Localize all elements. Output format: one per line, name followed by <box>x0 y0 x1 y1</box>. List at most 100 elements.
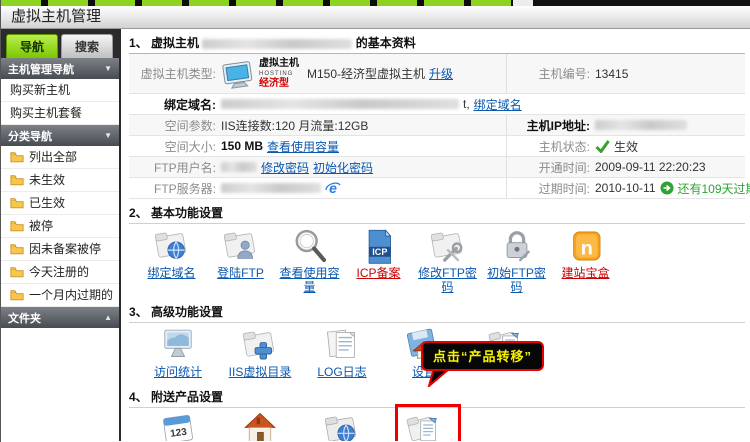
folder-globe-icon <box>301 411 383 441</box>
feature-product-transfer[interactable]: 产品转移 <box>383 411 465 441</box>
host-icon-text: HOSTING <box>259 69 299 79</box>
page-title: 虚拟主机管理 <box>1 6 750 29</box>
host-id-label: 主机编号: <box>507 65 595 82</box>
modify-password-link[interactable]: 修改密码 <box>261 159 309 176</box>
folder-icon <box>10 220 24 232</box>
upgrade-link[interactable]: 升级 <box>429 65 453 82</box>
sidebar-header-folders[interactable]: 文件夹 ▲ <box>1 307 119 328</box>
feature-enterprise-mail[interactable]: 企业邮局管理 <box>219 411 301 441</box>
redacted-ip <box>595 120 687 130</box>
svg-text:123: 123 <box>170 427 188 440</box>
tab-navigation[interactable]: 导航 <box>6 34 58 58</box>
host-ip-label: 主机IP地址: <box>507 117 595 134</box>
feature-iis-virtual-dir[interactable]: IIS虚拟目录 <box>219 326 301 379</box>
ftp-user-label: FTP用户名: <box>129 159 221 176</box>
counter-123-icon: 123 <box>137 411 219 441</box>
section-basic-features-title: 2、 基本功能设置 <box>129 203 745 224</box>
internet-explorer-icon[interactable]: e <box>325 180 341 196</box>
expire-remaining-text: 还有109天过期 <box>678 180 750 197</box>
sidebar-item-expiring-month[interactable]: 一个月内过期的 <box>1 284 119 307</box>
feature-label[interactable]: 访问统计 <box>154 365 202 379</box>
bundle-products-grid: 123 计数器 企业邮局管理 数据库管理 <box>129 408 745 441</box>
chevron-up-icon: ▲ <box>104 313 112 322</box>
magnifier-icon <box>275 227 344 265</box>
sidebar-header-hosting[interactable]: 主机管理导航 ▼ <box>1 58 119 79</box>
green-arrow-icon <box>660 181 674 195</box>
sidebar-item-list-all[interactable]: 列出全部 <box>1 146 119 169</box>
sidebar-item-buy-package[interactable]: 购买主机套餐 <box>1 102 119 125</box>
host-status-value: 生效 <box>614 138 638 155</box>
host-id-value: 13415 <box>595 67 628 81</box>
feature-label[interactable]: IIS虚拟目录 <box>229 365 292 379</box>
space-params-value: IIS连接数:120 月流量:12GB <box>221 117 368 134</box>
table-row: 空间大小: 150 MB 查看使用容量 主机状态: 生效 <box>129 136 745 157</box>
init-password-link[interactable]: 初始化密码 <box>313 159 373 176</box>
feature-label[interactable]: 建站宝盒 <box>561 266 609 280</box>
sidebar-tabs: 导航 搜索 <box>1 29 119 58</box>
nicebox-icon: n <box>551 227 620 265</box>
view-usage-link[interactable]: 查看使用容量 <box>267 138 339 155</box>
sidebar-item-stopped[interactable]: 被停 <box>1 215 119 238</box>
feature-login-ftp[interactable]: 登陆FTP <box>206 227 275 294</box>
bind-domain-link[interactable]: 绑定域名 <box>474 96 522 113</box>
feature-log[interactable]: LOG日志 <box>301 326 383 379</box>
sidebar-item-registered-today[interactable]: 今天注册的 <box>1 261 119 284</box>
table-row: FTP服务器: e 过期时间: 2010-10-11 <box>129 178 745 199</box>
table-row: 空间参数: IIS连接数:120 月流量:12GB 主机IP地址: <box>129 115 745 136</box>
host-icon-text: 虚拟主机 <box>259 59 299 69</box>
folder-icon <box>10 289 24 301</box>
sidebar-item-buy-host[interactable]: 购买新主机 <box>1 79 119 102</box>
host-info-table: 虚拟主机类型: <box>129 54 745 199</box>
sidebar-header-label: 主机管理导航 <box>8 61 74 77</box>
section-basic-info-title: 1、 虚拟主机 的基本资料 <box>129 31 745 54</box>
basic-features-grid: 绑定域名 登陆FTP 查看使用容量 ICP <box>129 224 745 298</box>
feature-modify-ftp-password[interactable]: 修改FTP密码 <box>413 227 482 294</box>
sidebar-header-category[interactable]: 分类导航 ▼ <box>1 125 119 146</box>
sidebar-item-label: 一个月内过期的 <box>29 284 113 307</box>
feature-label[interactable]: 初始FTP密码 <box>482 266 551 294</box>
feature-icp-record[interactable]: ICP ICP备案 <box>344 227 413 294</box>
feature-label[interactable]: 登陆FTP <box>217 266 264 280</box>
folder-icon <box>10 243 24 255</box>
folder-user-icon <box>206 227 275 265</box>
feature-nicebox[interactable]: n 建站宝盒 <box>551 227 620 294</box>
host-type-value: M150-经济型虚拟主机 <box>307 65 425 82</box>
house-icon <box>219 411 301 441</box>
sidebar-item-no-icp-stopped[interactable]: 因未备案被停 <box>1 238 119 261</box>
title-prefix: 1、 虚拟主机 <box>129 36 199 50</box>
feature-view-usage[interactable]: 查看使用容量 <box>275 227 344 294</box>
sidebar-item-active[interactable]: 已生效 <box>1 192 119 215</box>
feature-label[interactable]: 修改FTP密码 <box>413 266 482 294</box>
section-bundle-products-title: 4、 附送产品设置 <box>129 387 745 408</box>
feature-init-ftp-password[interactable]: 初始FTP密码 <box>482 227 551 294</box>
svg-text:ICP: ICP <box>372 247 387 257</box>
sidebar-item-inactive[interactable]: 未生效 <box>1 169 119 192</box>
tab-search[interactable]: 搜索 <box>61 34 113 58</box>
redacted-ftp-server <box>221 183 321 193</box>
feature-label[interactable]: 绑定域名 <box>147 266 195 280</box>
table-row: 绑定域名: t, 绑定域名 <box>129 94 745 115</box>
folder-wrench-icon <box>413 227 482 265</box>
feature-counter[interactable]: 123 计数器 <box>137 411 219 441</box>
expire-time-label: 过期时间: <box>507 180 595 197</box>
host-status-label: 主机状态: <box>507 138 595 155</box>
title-suffix: 的基本资料 <box>356 36 416 50</box>
section-advanced-features-title: 3、 高级功能设置 <box>129 302 745 323</box>
ftp-server-label: FTP服务器: <box>129 180 221 197</box>
folder-globe-icon <box>137 227 206 265</box>
feature-visit-stats[interactable]: 访问统计 <box>137 326 219 379</box>
feature-bind-domain[interactable]: 绑定域名 <box>137 227 206 294</box>
strip-dark <box>533 0 750 6</box>
feature-label[interactable]: ICP备案 <box>356 266 400 280</box>
feature-label[interactable]: LOG日志 <box>317 365 366 379</box>
feature-label[interactable]: 查看使用容量 <box>275 266 344 294</box>
bind-domain-label: 绑定域名: <box>129 96 221 113</box>
open-time-label: 开通时间: <box>507 159 595 176</box>
sidebar-item-label: 今天注册的 <box>29 261 89 284</box>
folder-icon <box>10 174 24 186</box>
callout-bubble: 点击“产品转移” <box>421 341 544 371</box>
feature-database[interactable]: 数据库管理 <box>301 411 383 441</box>
redacted-domains <box>221 99 459 109</box>
sidebar-item-label: 未生效 <box>29 169 65 192</box>
folder-icon <box>10 151 24 163</box>
